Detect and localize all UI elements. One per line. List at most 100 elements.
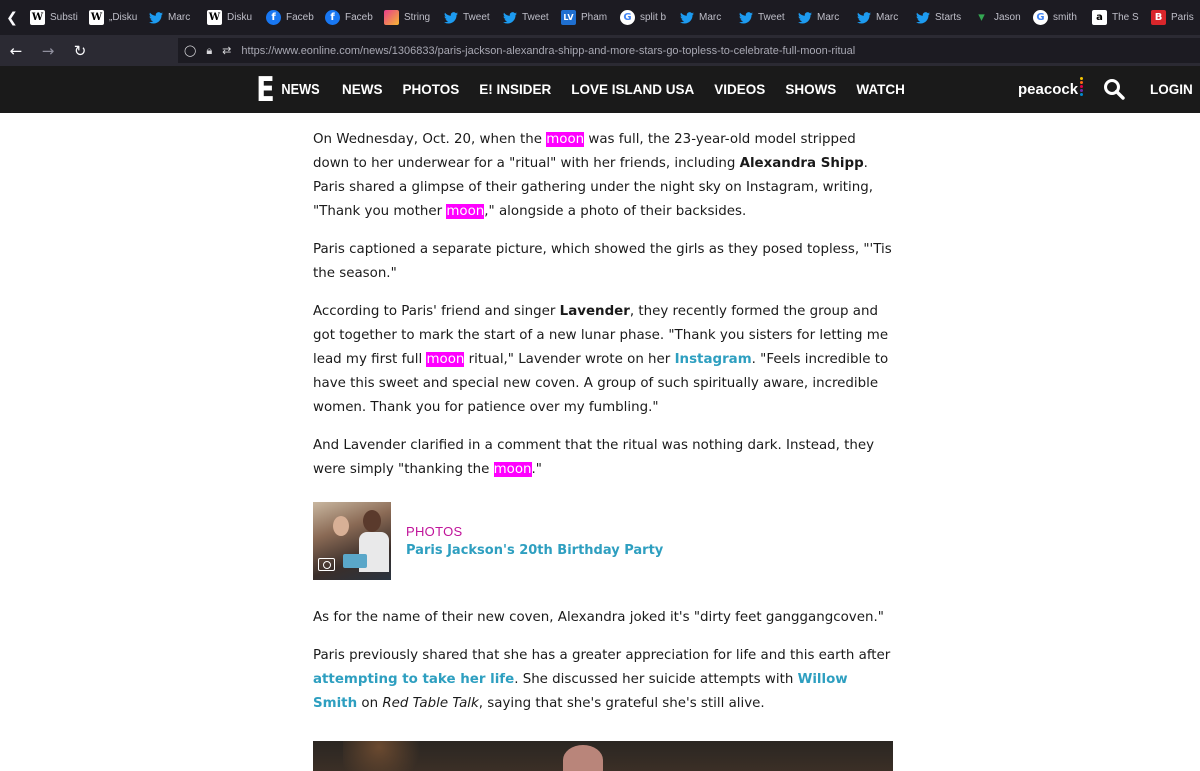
twitter-icon — [679, 10, 694, 25]
tab-label: Starts — [935, 12, 962, 23]
text-run: on — [357, 696, 383, 711]
tab-label: The S — [1112, 12, 1139, 23]
tab-label: split b — [640, 12, 667, 23]
peacock-label: peacock — [1018, 81, 1079, 98]
shield-icon[interactable]: ◯ — [184, 44, 196, 57]
browser-tab[interactable]: a The S — [1086, 0, 1145, 35]
url-bar[interactable]: ◯ 🔒︎ ⇄ https://www.eonline.com/news/1306… — [178, 38, 1200, 63]
nav-link-shows[interactable]: SHOWS — [775, 82, 846, 97]
twitter-icon — [443, 10, 458, 25]
paragraph-4: And Lavender clarified in a comment that… — [313, 434, 895, 482]
text-run: ." — [531, 462, 542, 477]
browser-tab[interactable]: Marc — [791, 0, 850, 35]
inline-link[interactable]: Instagram — [675, 352, 752, 367]
browser-tab[interactable]: W Substi — [24, 0, 83, 35]
logo-e: E — [256, 69, 275, 110]
browser-tab[interactable]: Gsplit b — [614, 0, 673, 35]
main-nav: NEWS PHOTOS E! INSIDER LOVE ISLAND USA VIDEO… — [332, 66, 915, 113]
url-text[interactable]: https://www.eonline.com/news/1306833/par… — [241, 45, 855, 57]
nav-link-photos[interactable]: PHOTOS — [393, 82, 470, 97]
twitter-icon — [915, 10, 930, 25]
nav-link-news[interactable]: NEWS — [332, 82, 393, 97]
tab-label: Tweet — [522, 12, 549, 23]
peacock-logo[interactable]: peacock — [1018, 66, 1084, 113]
search-highlight: moon — [493, 462, 532, 477]
google-icon: G — [1033, 10, 1048, 25]
related-kicker: PHOTOS — [406, 524, 463, 539]
permissions-icon[interactable]: ⇄ — [222, 44, 231, 57]
browser-tab[interactable]: f Faceb — [260, 0, 319, 35]
browser-tab[interactable]: W Disku — [201, 0, 260, 35]
facebook-icon: f — [325, 10, 340, 25]
text-run: ," alongside a photo of their backsides. — [484, 204, 747, 219]
text-run: . She discussed her suicide attempts wit… — [514, 672, 798, 687]
browser-tab[interactable]: Starts — [909, 0, 968, 35]
tab-label: Marc — [699, 12, 722, 23]
browser-tab[interactable]: Tweet — [496, 0, 555, 35]
tab-label: String — [404, 12, 431, 23]
article-body: On Wednesday, Oct. 20, when the moon was… — [313, 128, 895, 730]
browser-tab-strip: ❮ W Substi W „Disku Marc W Disku f Faceb f Faceb St… — [0, 0, 1200, 35]
twitter-icon — [797, 10, 812, 25]
browser-tab[interactable]: Marc — [142, 0, 201, 35]
twitter-icon — [502, 10, 517, 25]
back-arrow-icon[interactable]: ← — [0, 35, 32, 66]
browser-tab[interactable]: W „Disku — [83, 0, 142, 35]
nav-link-watch[interactable]: WATCH — [846, 82, 915, 97]
nav-link-e-insider[interactable]: E! INSIDER — [469, 82, 561, 97]
twitter-icon — [856, 10, 871, 25]
paragraph-2: Paris captioned a separate picture, whic… — [313, 238, 895, 286]
maps-pin-icon: ▾ — [978, 10, 985, 25]
bold-name: Alexandra Shipp — [739, 156, 864, 171]
browser-tab[interactable]: f Faceb — [319, 0, 378, 35]
nav-link-videos[interactable]: VIDEOS — [704, 82, 775, 97]
related-title-link[interactable]: Paris Jackson's 20th Birthday Party — [406, 541, 663, 560]
tab-scroll-left-icon[interactable]: ❮ — [0, 0, 24, 35]
forward-arrow-icon[interactable]: → — [32, 35, 64, 66]
browser-tab[interactable]: Gsmith — [1027, 0, 1086, 35]
related-gallery-thumbnail[interactable] — [313, 502, 391, 580]
bold-name: Lavender — [559, 304, 630, 319]
browser-tab[interactable]: String — [378, 0, 437, 35]
tab-label: „Disku — [109, 12, 138, 23]
lock-icon[interactable]: 🔒︎ — [206, 44, 212, 58]
amazon-icon: a — [1092, 10, 1107, 25]
tab-label: Tweet — [758, 12, 785, 23]
tab-label: Faceb — [286, 12, 314, 23]
tab-list: W Substi W „Disku Marc W Disku f Faceb f Faceb Stri… — [24, 0, 1200, 35]
browser-tab[interactable]: ▾ Jason — [968, 0, 1027, 35]
camera-icon — [318, 558, 335, 571]
text-run: And Lavender clarified in a comment that… — [313, 438, 875, 477]
tab-label: Pham — [581, 12, 608, 23]
browser-tab[interactable]: LV Pham — [555, 0, 614, 35]
tab-label: Marc — [168, 12, 191, 23]
article-image — [313, 741, 893, 771]
browser-tab[interactable]: Marc — [673, 0, 732, 35]
tab-label: Jason — [994, 12, 1021, 23]
login-link[interactable]: LOGIN — [1150, 66, 1193, 113]
text-run: Paris captioned a separate picture, whic… — [313, 242, 892, 281]
bi-icon: B — [1151, 10, 1166, 25]
text-run: As for the name of their new coven, Alex… — [313, 610, 884, 625]
google-icon: G — [620, 10, 635, 25]
browser-tab[interactable]: B Paris — [1145, 0, 1200, 35]
tab-label: Marc — [876, 12, 899, 23]
paragraph-6: Paris previously shared that she has a g… — [313, 644, 895, 716]
browser-tab[interactable]: Tweet — [437, 0, 496, 35]
nav-link-love-island-usa[interactable]: LOVE ISLAND USA — [561, 82, 704, 97]
reload-icon[interactable]: ↻ — [64, 35, 96, 66]
browser-tab[interactable]: Marc — [850, 0, 909, 35]
site-header: E NEWS NEWS PHOTOS E! INSIDER LOVE ISLAND U… — [0, 66, 1200, 113]
tab-label: smith — [1053, 12, 1077, 23]
lv-icon: LV — [561, 10, 576, 25]
search-icon[interactable] — [1103, 78, 1125, 100]
peacock-dots-icon — [1080, 77, 1084, 96]
tab-label: Marc — [817, 12, 840, 23]
tab-label: Disku — [227, 12, 253, 23]
text-run: On Wednesday, Oct. 20, when the — [313, 132, 547, 147]
inline-link[interactable]: attempting to take her life — [313, 672, 514, 687]
browser-tab[interactable]: Tweet — [732, 0, 791, 35]
enews-logo[interactable]: E NEWS — [254, 66, 323, 113]
paragraph-1: On Wednesday, Oct. 20, when the moon was… — [313, 128, 895, 224]
related-gallery-card[interactable]: PHOTOS Paris Jackson's 20th Birthday Par… — [313, 502, 895, 580]
